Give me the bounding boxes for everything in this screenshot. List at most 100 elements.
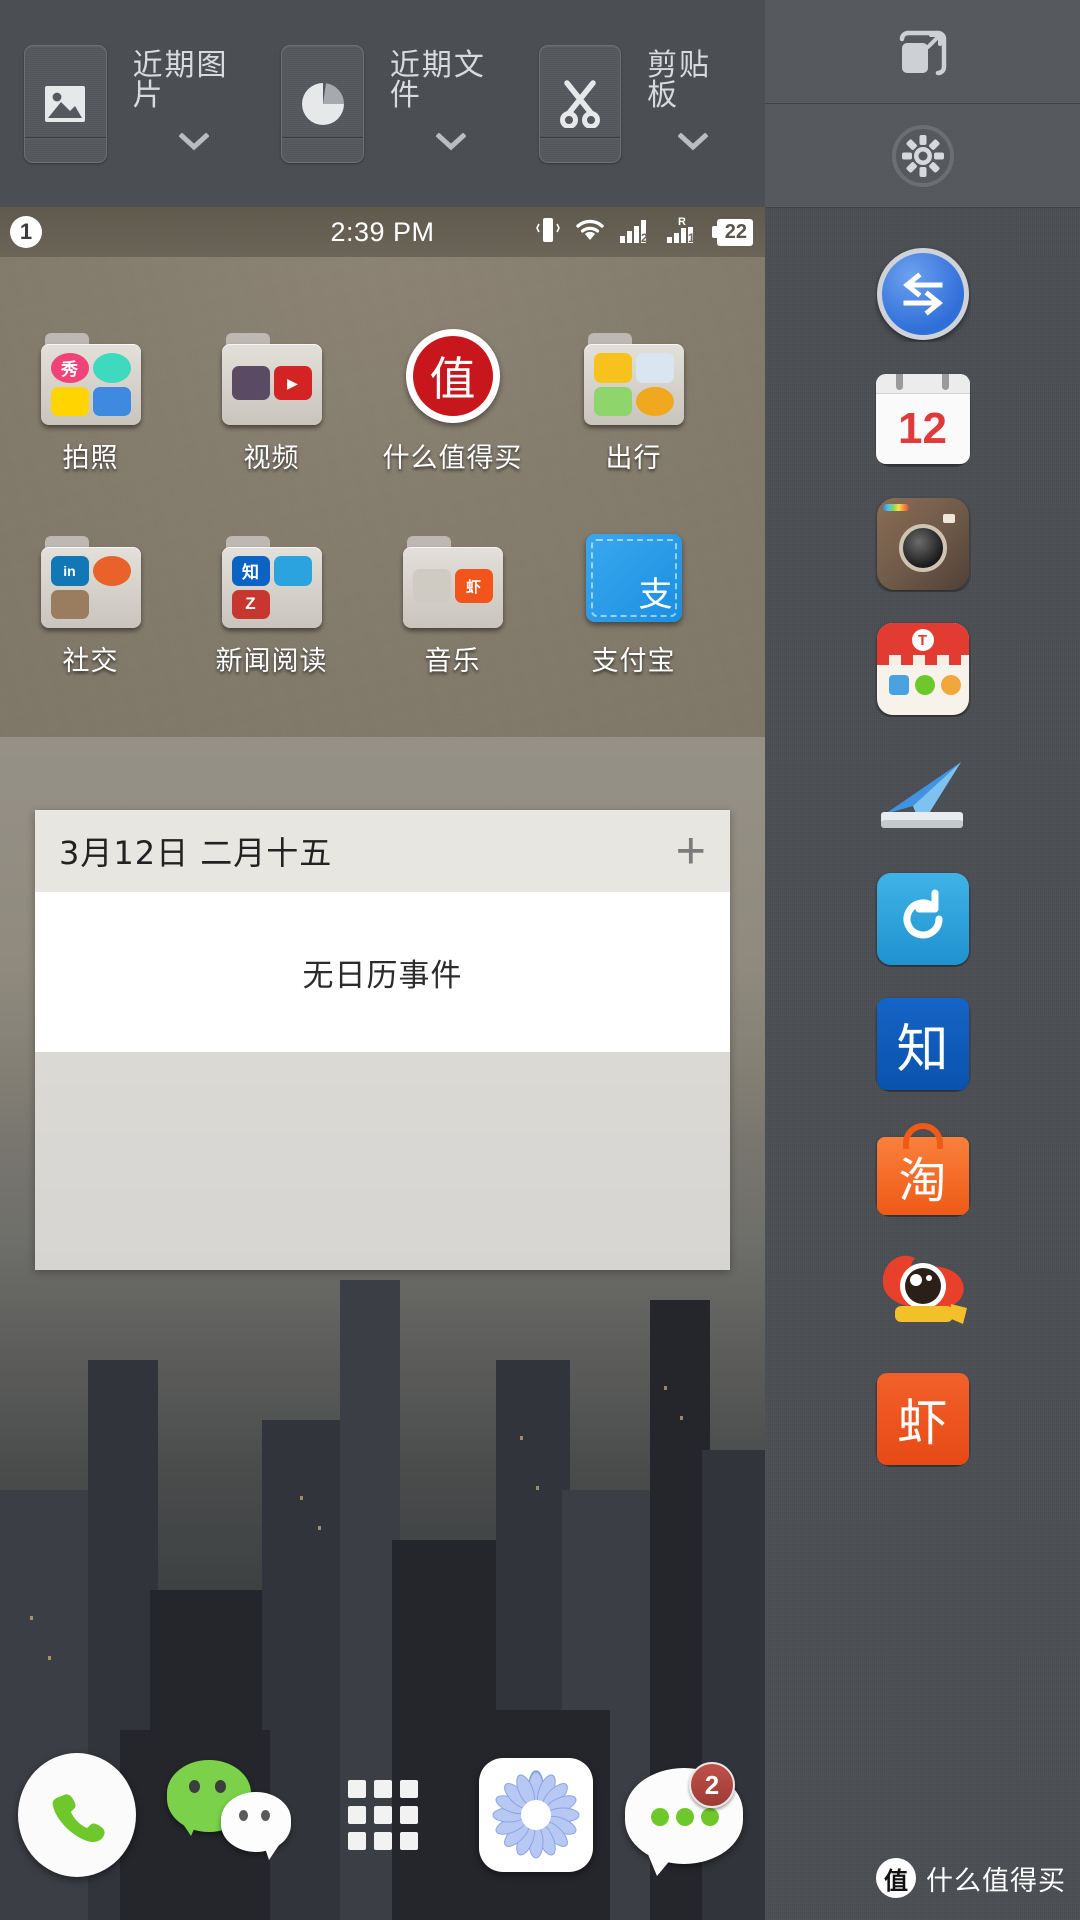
mini-icon-mail <box>593 353 632 383</box>
mini-icon-empty <box>274 590 312 620</box>
edge-sidebar: 12 T 知 淘 虾 值 什么值得买 <box>765 0 1080 1920</box>
toolbar-item-clipboard[interactable]: 剪贴板 <box>538 44 765 163</box>
folder-icon: 秀 <box>40 333 141 425</box>
sidebar-item-swap[interactable] <box>875 246 971 342</box>
alipay-icon: 支 <box>585 534 682 622</box>
mini-icon-zaker: Z <box>231 589 270 619</box>
sidebar-item-taobao[interactable]: 淘 <box>875 1121 971 1217</box>
gear-glyph <box>891 124 954 187</box>
folder-camera[interactable]: 秀 拍照 <box>0 327 181 472</box>
smzdm-icon: 值 <box>405 329 500 423</box>
pie-chart-icon[interactable] <box>281 44 364 163</box>
dock-phone[interactable] <box>0 1753 153 1877</box>
calendar-widget-header: 3月12日 二月十五 + <box>35 810 730 892</box>
image-icon[interactable] <box>24 44 107 163</box>
app-smzdm[interactable]: 值 什么值得买 <box>362 327 543 472</box>
toolbar-label-recent-images: 近期图片 <box>132 48 229 113</box>
swap-arrows-icon <box>876 248 969 340</box>
chevron-down-icon[interactable] <box>677 132 709 156</box>
alipay-glyph: 支 <box>638 575 673 615</box>
mini-icon-meitu: 秀 <box>50 353 89 383</box>
dock: 2 <box>0 1730 765 1900</box>
folder-icon: ▶ <box>221 333 322 425</box>
app-label: 拍照 <box>62 443 119 474</box>
mini-icon-maps <box>635 353 674 383</box>
app-label: 支付宝 <box>591 646 676 677</box>
status-badge: 2 <box>689 1762 735 1808</box>
sidebar-item-xiami[interactable]: 虾 <box>875 1371 971 1467</box>
phone-screen: 1 2:39 PM 2 R 1 22 秀 拍照 ▶ 视频 值 什么值得买 出行 … <box>0 207 765 1920</box>
zhihu-icon: 知 <box>876 998 969 1090</box>
calendar-widget[interactable]: 3月12日 二月十五 + 无日历事件 <box>35 810 730 1270</box>
dock-wechat[interactable] <box>153 1760 306 1870</box>
toolbar-label-recent-files: 近期文件 <box>389 48 486 113</box>
wechat-icon <box>165 1760 295 1870</box>
mini-icon-youtube: ▶ <box>273 366 312 400</box>
home-screen-grid: 秀 拍照 ▶ 视频 值 什么值得买 出行 in 社交 知 Z 新闻阅读 虾 音乐… <box>0 327 765 675</box>
multiwindow-expand-icon[interactable] <box>765 0 1080 104</box>
calendar-icon: 12 <box>875 374 970 464</box>
plus-icon[interactable]: + <box>676 825 706 877</box>
mini-icon-headphones <box>412 569 451 603</box>
shop-icon: T <box>876 623 969 715</box>
chevron-down-icon[interactable] <box>178 132 210 156</box>
toolbar-item-recent-images[interactable]: 近期图片 <box>24 44 281 163</box>
folder-social[interactable]: in 社交 <box>0 530 181 675</box>
mini-icon-zhihu: 知 <box>231 556 270 586</box>
watermark: 值 什么值得买 <box>876 1858 1066 1898</box>
watermark-text: 什么值得买 <box>926 1865 1066 1897</box>
folder-travel[interactable]: 出行 <box>543 327 724 472</box>
sidebar-item-weibo[interactable] <box>875 1246 971 1342</box>
scissors-icon[interactable] <box>538 44 622 163</box>
sidebar-item-paperplane[interactable] <box>875 746 971 842</box>
app-alipay[interactable]: 支 支付宝 <box>543 530 724 675</box>
image-icon-glyph <box>45 85 86 122</box>
app-label: 什么值得买 <box>382 443 523 474</box>
calendar-widget-body: 无日历事件 <box>35 892 730 1052</box>
sidebar-app-strip: 12 T 知 淘 虾 <box>765 208 1080 1920</box>
taobao-icon: 淘 <box>876 1123 969 1215</box>
sidebar-item-taobao-shop[interactable]: T <box>875 621 971 717</box>
pie-chart-icon-glyph <box>301 82 344 125</box>
battery-indicator: 22 <box>711 218 753 246</box>
calendar-date-label: 3月12日 二月十五 <box>59 834 333 872</box>
phone-icon <box>17 1753 136 1877</box>
app-grid-icon <box>347 1780 418 1850</box>
mini-icon-instagram <box>50 589 89 619</box>
folder-news[interactable]: 知 Z 新闻阅读 <box>181 530 362 675</box>
toolbar-item-recent-files[interactable]: 近期文件 <box>281 44 538 163</box>
mini-icon-orange-app <box>635 386 674 416</box>
dock-camera[interactable] <box>459 1758 612 1872</box>
sidebar-item-refresh[interactable] <box>875 871 971 967</box>
folder-video[interactable]: ▶ 视频 <box>181 327 362 472</box>
chat-bubble-icon <box>624 1756 753 1876</box>
scissors-icon-glyph <box>559 79 600 128</box>
mini-icon-bilibili <box>231 366 270 400</box>
mini-icon-linkedin: in <box>50 556 89 586</box>
mini-icon-camera360 <box>92 353 131 383</box>
sidebar-item-instagram[interactable] <box>875 496 971 592</box>
watermark-mark: 值 <box>876 1858 916 1898</box>
calendar-day-number: 12 <box>898 404 947 453</box>
weibo-icon <box>875 1248 971 1340</box>
app-label: 出行 <box>605 443 662 474</box>
app-label: 音乐 <box>424 646 481 677</box>
gear-icon[interactable] <box>765 104 1080 208</box>
sidebar-item-calendar[interactable]: 12 <box>875 371 971 467</box>
mini-icon-yellow-app <box>50 386 89 416</box>
dock-appdrawer[interactable] <box>306 1780 459 1850</box>
status-bar: 1 2:39 PM 2 R 1 22 <box>0 207 765 257</box>
home-row-2: in 社交 知 Z 新闻阅读 虾 音乐 支 支付宝 <box>0 530 765 675</box>
circular-arrow-icon <box>876 873 969 965</box>
multiwindow-expand-glyph <box>899 30 946 75</box>
app-label: 视频 <box>243 443 300 474</box>
chevron-down-icon[interactable] <box>435 132 467 156</box>
sidebar-item-zhihu[interactable]: 知 <box>875 996 971 1092</box>
xiami-icon: 虾 <box>876 1373 969 1465</box>
mini-icon-blue-app <box>92 386 131 416</box>
recent-items-toolbar: 近期图片 近期文件 剪贴板 <box>0 0 765 207</box>
mini-icon-green-app <box>593 386 632 416</box>
dock-messages[interactable]: 2 <box>612 1756 765 1876</box>
folder-music[interactable]: 虾 音乐 <box>362 530 543 675</box>
home-row-1: 秀 拍照 ▶ 视频 值 什么值得买 出行 <box>0 327 765 472</box>
